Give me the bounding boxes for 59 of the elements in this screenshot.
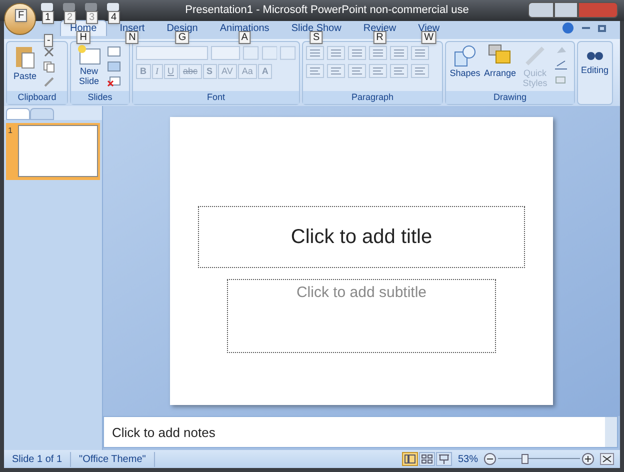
zoom-out-icon[interactable] [484, 453, 496, 465]
copy-icon[interactable] [43, 61, 55, 73]
keytip: S [310, 31, 323, 44]
cut-icon[interactable] [43, 46, 55, 58]
group-label: Drawing [446, 91, 574, 104]
new-slide-button[interactable]: New Slide [74, 44, 104, 86]
zoom-level: 53% [456, 452, 479, 466]
drawing-button[interactable]: Shapes [449, 44, 481, 78]
keytip: A [238, 31, 251, 44]
slides-tab[interactable] [6, 108, 30, 120]
keytip: H [76, 31, 90, 44]
group-label: Paragraph [303, 91, 442, 104]
keytip: W [421, 31, 437, 44]
zoom-in-icon[interactable] [582, 453, 594, 465]
shapes-icon [453, 44, 477, 68]
title-placeholder[interactable]: Click to add title [198, 206, 525, 268]
layout-icon[interactable] [107, 46, 121, 57]
notes-pane[interactable]: Click to add notes [103, 416, 618, 448]
scrollbar[interactable] [605, 417, 617, 447]
outline-tab[interactable] [30, 108, 54, 120]
keytip: 3 [86, 11, 98, 24]
slide-counter: Slide 1 of 1 [4, 452, 72, 466]
font-size-field[interactable] [211, 46, 240, 60]
font-name-field[interactable] [136, 46, 208, 60]
clipboard-icon [14, 44, 36, 70]
minimize-button[interactable] [528, 2, 554, 18]
window-title: Presentation1 - Microsoft PowerPoint non-commercial use [185, 3, 469, 18]
group-label: Clipboard [7, 91, 67, 104]
keytip: N [126, 31, 139, 44]
paste-button[interactable]: Paste [10, 44, 40, 84]
group-label: Slides [71, 91, 129, 104]
theme-name: "Office Theme" [71, 452, 155, 466]
keytip: 4 [108, 11, 120, 24]
subtitle-placeholder[interactable]: Click to add subtitle [227, 279, 496, 353]
slide-thumbnail-row[interactable]: 1 [6, 123, 100, 180]
keytip: 2 [64, 11, 76, 24]
keytip: F [15, 9, 28, 22]
zoom-slider[interactable] [498, 453, 580, 465]
keytip: 1 [42, 11, 54, 24]
slide-number: 1 [8, 125, 14, 137]
normal-view-icon[interactable] [402, 452, 418, 466]
outline-icon[interactable] [554, 59, 568, 71]
keytip: - [44, 34, 54, 47]
fit-window-icon[interactable] [600, 453, 614, 465]
keytip: R [373, 31, 386, 44]
new-slide-icon [77, 44, 101, 66]
delete-slide-icon[interactable] [107, 76, 121, 87]
zoom-slider-thumb[interactable] [522, 454, 529, 464]
keytip: G [175, 31, 190, 44]
group-label: Font [133, 91, 299, 104]
restore-button[interactable] [598, 24, 606, 32]
drawing-button[interactable]: Arrange [484, 44, 516, 78]
slide-sorter-icon[interactable] [418, 452, 435, 466]
maximize-button[interactable] [554, 2, 578, 18]
notes-placeholder: Click to add notes [111, 424, 216, 442]
slide-show-icon[interactable] [436, 452, 452, 466]
slide-thumbnail[interactable] [18, 125, 98, 177]
editing-button[interactable]: Editing [581, 44, 609, 78]
slide-canvas[interactable]: Click to add title Click to add subtitle [170, 117, 553, 405]
